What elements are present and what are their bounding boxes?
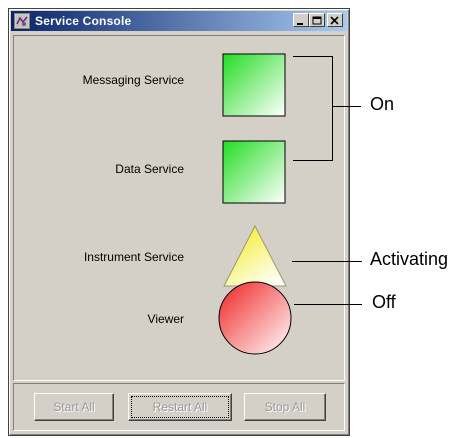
activating-annotation-label: Activating <box>370 249 449 269</box>
on-annotation-label: On <box>370 94 395 114</box>
start-all-button[interactable]: Start All <box>34 393 114 421</box>
maximize-button[interactable] <box>309 13 325 27</box>
instrument-service-label: Instrument Service <box>83 250 184 264</box>
restart-all-button[interactable]: Restart All <box>128 393 232 421</box>
on-bracket-bottom <box>293 160 333 161</box>
activating-callout-line <box>292 261 362 262</box>
viewer-status-circle-icon <box>217 280 293 361</box>
messaging-service-status-square-icon <box>222 53 286 122</box>
viewer-label: Viewer <box>147 312 184 326</box>
off-annotation-label: Off <box>372 292 396 312</box>
service-console-window: Service Console Messaging Service Data S… <box>8 8 350 436</box>
on-callout-line <box>333 106 361 107</box>
data-service-status-square-icon <box>222 140 286 209</box>
data-service-label: Data Service <box>115 162 184 176</box>
stop-all-button[interactable]: Stop All <box>244 393 326 421</box>
app-icon <box>14 13 30 29</box>
button-bar: Start All Restart All Stop All <box>13 383 345 431</box>
on-bracket-top <box>293 56 333 57</box>
on-bracket-vertical <box>332 56 333 161</box>
off-callout-line <box>294 304 362 305</box>
messaging-service-label: Messaging Service <box>82 73 184 87</box>
close-button[interactable] <box>327 13 343 27</box>
minimize-button[interactable] <box>293 13 309 27</box>
services-panel: Messaging Service Data Service Instrumen… <box>13 35 345 381</box>
window-title: Service Console <box>35 14 132 28</box>
title-bar[interactable]: Service Console <box>11 11 347 31</box>
